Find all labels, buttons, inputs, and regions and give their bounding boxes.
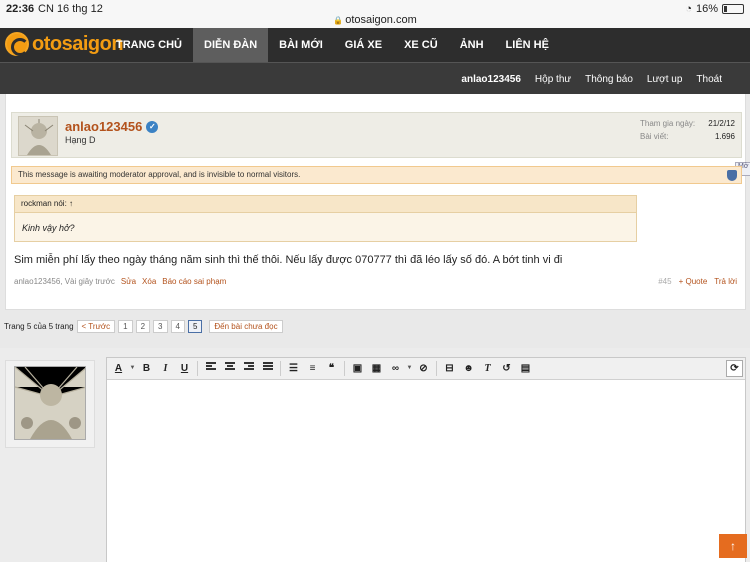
italic-icon[interactable]: I xyxy=(157,360,174,377)
quick-reply: A ▼ B I U ☰ ≡ ❝ ▣ ▦ ∞ ▼ ⊘ ⊟ ☻ T ↺ ▤ ⟳ xyxy=(0,348,750,562)
prev-page-button[interactable]: < Trước xyxy=(76,320,116,333)
scroll-to-top-button[interactable]: ↑ xyxy=(719,534,747,558)
address-bar[interactable]: 🔒 otosaigon.com xyxy=(0,14,750,26)
quote-block: rockman nói: ↑ Kinh vậy hở? xyxy=(14,195,637,242)
post-right-actions: #45 + Quote Trả lời xyxy=(658,277,737,286)
paste-icon[interactable]: ▤ xyxy=(517,360,534,377)
page-2-button[interactable]: 2 xyxy=(135,320,151,333)
post-actions: anlao123456, Vài giây trước Sửa Xóa Báo … xyxy=(14,277,226,286)
nav-item-5[interactable]: ẢNH xyxy=(449,28,495,62)
align-left-icon[interactable] xyxy=(202,360,219,377)
page-3-button[interactable]: 3 xyxy=(153,320,168,333)
arrow-up-icon: ↑ xyxy=(730,539,736,553)
reply-button[interactable]: Trả lời xyxy=(714,277,737,286)
unread-button[interactable]: Đến bài chưa đọc xyxy=(209,320,283,333)
logo-mark-icon xyxy=(5,32,29,56)
status-right: ◔ 16% xyxy=(685,3,744,15)
page-label: Trang 5 của 5 trang xyxy=(4,322,74,331)
nav-item-1[interactable]: DIỄN ĐÀN xyxy=(193,28,269,62)
verified-check-icon: ✓ xyxy=(146,120,159,133)
nav-item-0[interactable]: TRANG CHỦ xyxy=(105,28,193,62)
page-1-button[interactable]: 1 xyxy=(118,320,133,333)
bullet-list-icon[interactable]: ☰ xyxy=(285,360,302,377)
nav-menu: TRANG CHỦ DIỄN ĐÀN BÀI MỚI GIÁ XE XE CŨ ẢNH LI… xyxy=(105,28,560,62)
link-icon[interactable]: ∞ xyxy=(387,360,404,377)
ios-status-bar: 22:36 CN 16 thg 12 🔒 otosaigon.com ◔ 16% xyxy=(0,0,750,28)
user-meta: Tham gia ngày: 21/2/12 Bài viết: 1.696 xyxy=(640,119,735,145)
quote-button[interactable]: + Quote xyxy=(679,277,708,286)
posts-label: Bài viết: xyxy=(640,132,669,141)
quote-header[interactable]: rockman nói: ↑ xyxy=(15,196,636,213)
post-username[interactable]: anlao123456 ✓ xyxy=(65,119,159,134)
quote-body: Kinh vậy hở? xyxy=(22,223,75,233)
user-rank: Hạng D xyxy=(65,135,96,145)
main-navbar: otosaigon TRANG CHỦ DIỄN ĐÀN BÀI MỚI GIÁ XE… xyxy=(0,28,750,62)
url-text: otosaigon.com xyxy=(345,14,417,26)
nav-item-2[interactable]: BÀI MỚI xyxy=(268,28,334,62)
shield-icon xyxy=(727,170,737,181)
joined-value: 21/2/12 xyxy=(708,119,735,128)
nav-item-4[interactable]: XE CŨ xyxy=(393,28,449,62)
post-meta-time: anlao123456, Vài giây trước xyxy=(14,277,115,286)
moderation-text: This message is awaiting moderator appro… xyxy=(18,170,301,179)
post-body: Sim miễn phí lấy theo ngày tháng năm sin… xyxy=(14,254,563,266)
undo-icon[interactable]: ↺ xyxy=(498,360,515,377)
underline-icon[interactable]: U xyxy=(176,360,193,377)
numbered-list-icon[interactable]: ≡ xyxy=(304,360,321,377)
subnav-alerts[interactable]: Thông báo xyxy=(585,74,633,85)
delete-link[interactable]: Xóa xyxy=(142,277,156,286)
rich-text-editor[interactable]: A ▼ B I U ☰ ≡ ❝ ▣ ▦ ∞ ▼ ⊘ ⊟ ☻ T ↺ ▤ ⟳ xyxy=(106,357,746,562)
wifi-icon: ◔ xyxy=(685,3,692,15)
subnav-logout[interactable]: Thoát xyxy=(696,74,722,85)
subnav-inbox[interactable]: Hộp thư xyxy=(535,74,571,85)
battery-percent: 16% xyxy=(695,3,718,15)
justify-icon[interactable] xyxy=(259,360,276,377)
battery-icon xyxy=(722,4,744,14)
font-color-icon[interactable]: A xyxy=(110,360,127,377)
page-4-button[interactable]: 4 xyxy=(170,320,185,333)
reply-avatar-box xyxy=(5,360,95,448)
nav-item-3[interactable]: GIÁ XE xyxy=(334,28,393,62)
post-author-header: anlao123456 ✓ Hạng D Tham gia ngày: 21/2/… xyxy=(11,112,742,158)
horizontal-rule-icon[interactable]: ⊟ xyxy=(441,360,458,377)
align-center-icon[interactable] xyxy=(221,360,238,377)
chevron-down-icon[interactable]: ▼ xyxy=(129,360,136,377)
subnav-username[interactable]: anlao123456 xyxy=(461,74,521,85)
moderation-notice: This message is awaiting moderator appro… xyxy=(11,166,742,184)
lock-icon: 🔒 xyxy=(333,16,344,25)
editor-toolbar: A ▼ B I U ☰ ≡ ❝ ▣ ▦ ∞ ▼ ⊘ ⊟ ☻ T ↺ ▤ ⟳ xyxy=(107,358,745,380)
joined-label: Tham gia ngày: xyxy=(640,119,696,128)
bold-icon[interactable]: B xyxy=(138,360,155,377)
quote-icon[interactable]: ❝ xyxy=(323,360,340,377)
page-5-button[interactable]: 5 xyxy=(187,320,203,333)
pagination: Trang 5 của 5 trang < Trước 1 2 3 4 5 Đến bài… xyxy=(4,320,283,333)
post-number[interactable]: #45 xyxy=(658,277,671,286)
unlink-icon[interactable]: ⊘ xyxy=(415,360,432,377)
image-icon[interactable]: ▣ xyxy=(349,360,366,377)
smiley-icon[interactable]: ☻ xyxy=(460,360,477,377)
nav-item-6[interactable]: LIÊN HỆ xyxy=(495,28,560,62)
posts-value: 1.696 xyxy=(714,132,735,141)
clear-format-icon[interactable]: T xyxy=(479,360,496,377)
toggle-bbcode-icon[interactable]: ⟳ xyxy=(726,360,743,377)
post-container: anlao123456 ✓ Hạng D Tham gia ngày: 21/2/… xyxy=(5,94,750,310)
post-username-text: anlao123456 xyxy=(65,119,143,134)
align-right-icon[interactable] xyxy=(240,360,257,377)
avatar[interactable] xyxy=(18,116,58,156)
avatar[interactable] xyxy=(14,366,86,440)
user-subnav: anlao123456 Hộp thư Thông báo Lượt up Th… xyxy=(0,62,750,94)
report-link[interactable]: Báo cáo sai phạm xyxy=(162,277,226,286)
edit-link[interactable]: Sửa xyxy=(121,277,136,286)
subnav-likes[interactable]: Lượt up xyxy=(647,74,683,85)
media-icon[interactable]: ▦ xyxy=(368,360,385,377)
chevron-down-icon[interactable]: ▼ xyxy=(406,360,413,377)
